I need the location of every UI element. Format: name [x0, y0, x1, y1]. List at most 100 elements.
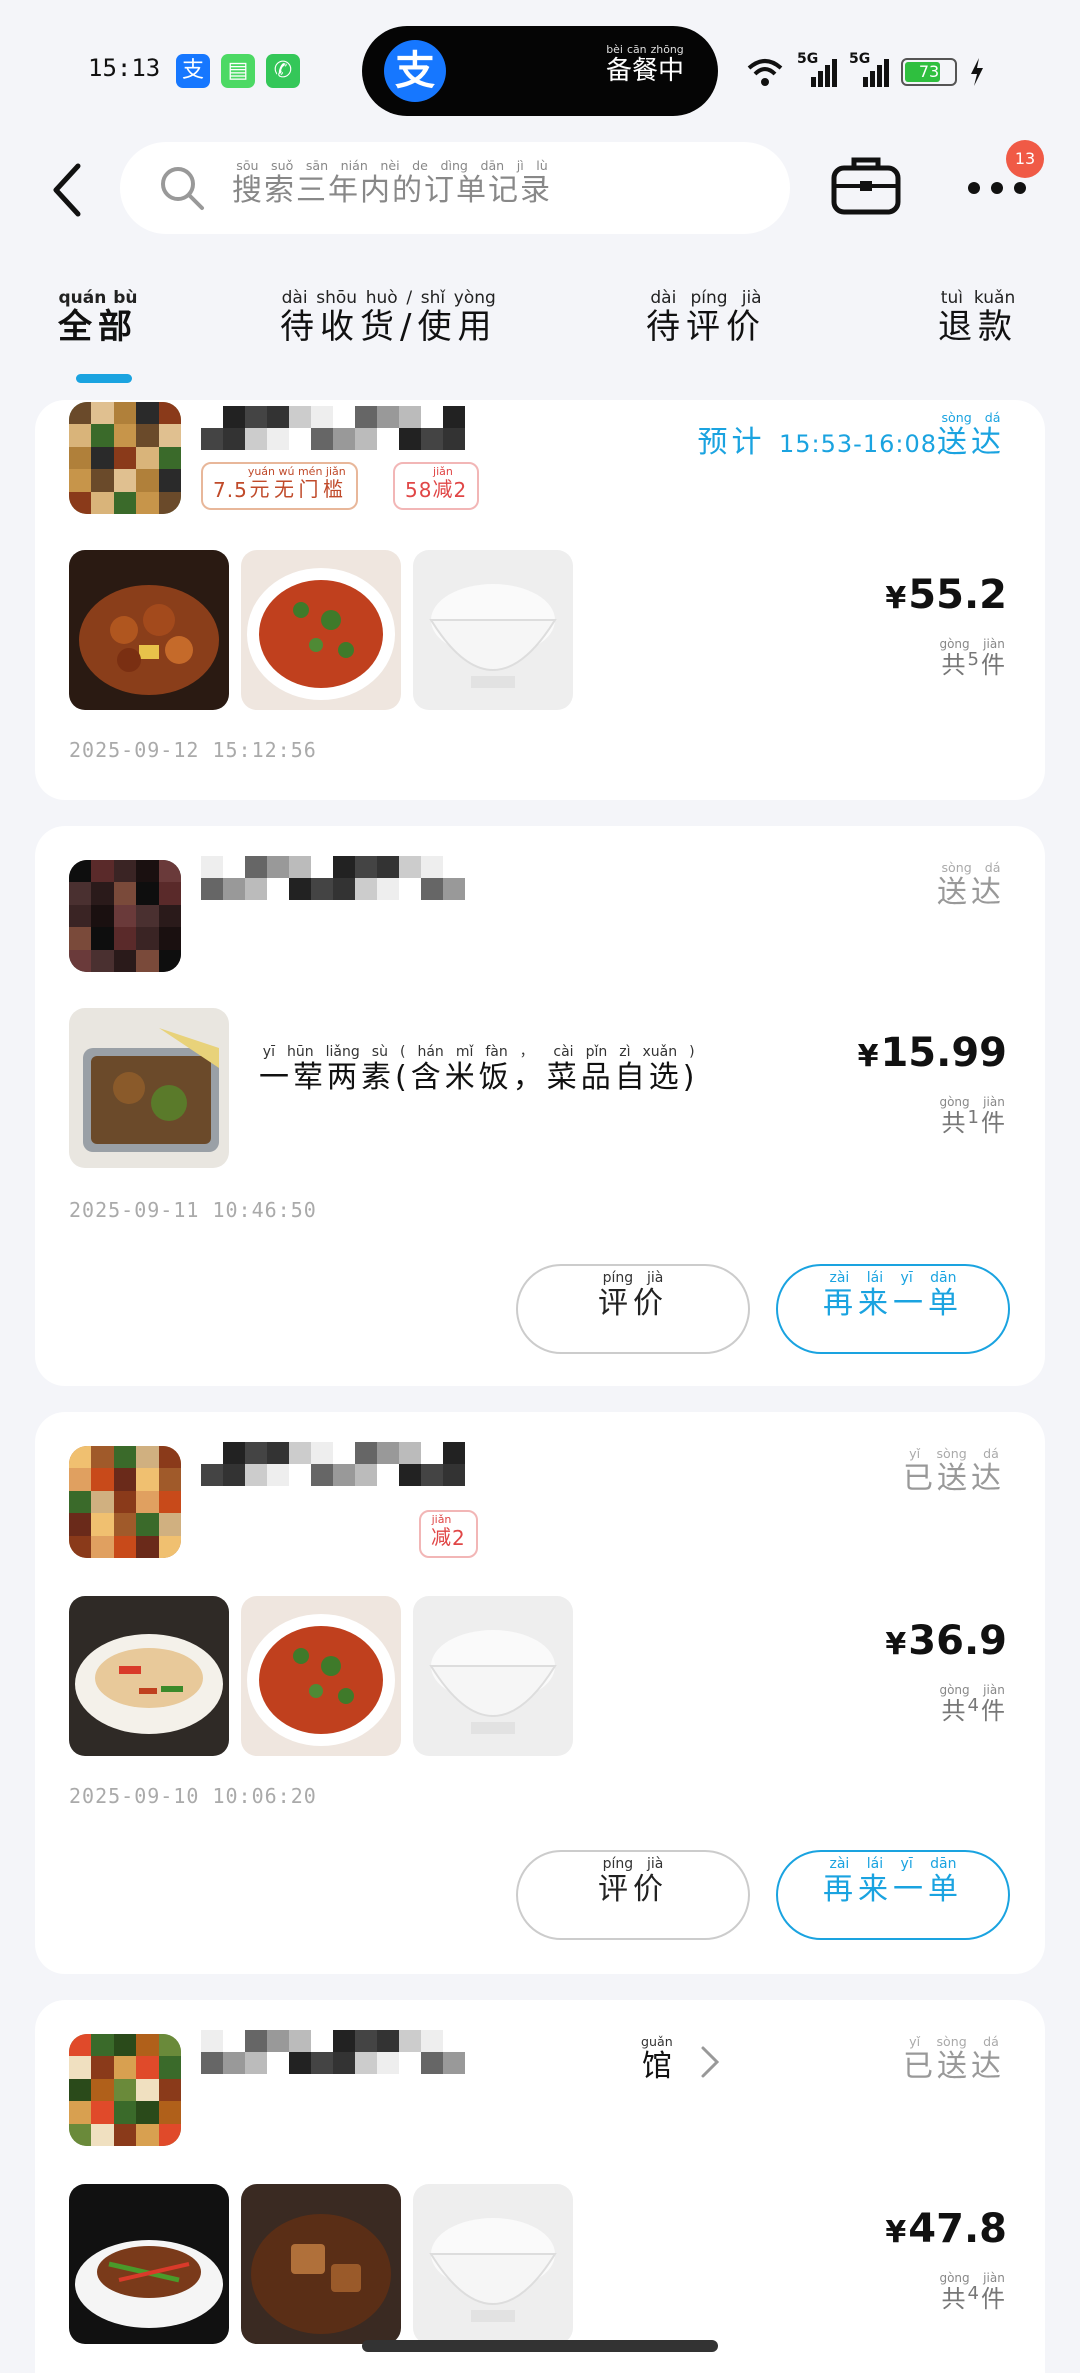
food-thumbnail-spicy-chicken[interactable]: [69, 550, 229, 710]
redacted-pixel: [311, 428, 333, 450]
order-card[interactable]: 送达sòng dá 一荤两素(含米饭，菜品自选)yī hūn liǎng sù …: [35, 826, 1045, 1386]
pixel-cell: [158, 2034, 181, 2057]
redacted-pixel: [421, 2030, 443, 2052]
pixel-cell: [91, 1490, 114, 1514]
shop-logo[interactable]: [69, 2034, 181, 2146]
tab-all[interactable]: 全部quán bù: [58, 288, 138, 348]
redacted-pixel: [201, 878, 223, 900]
pixel-cell: [91, 860, 114, 883]
order-card[interactable]: 已送达yǐ sòng dá 减jiǎn 2 ¥36.9 共gòng4件jiàn 2…: [35, 1412, 1045, 1974]
shop-name-suffix[interactable]: 馆guǎn: [641, 2034, 673, 2085]
shop-name-redacted[interactable]: [201, 1442, 465, 1498]
redacted-pixel: [377, 856, 399, 878]
shop-name-redacted[interactable]: [201, 406, 465, 462]
review-button[interactable]: 评价píng jià: [516, 1264, 750, 1354]
redacted-pixel: [355, 2052, 377, 2074]
pixel-cell: [158, 424, 181, 447]
shop-logo[interactable]: [69, 1446, 181, 1558]
redacted-pixel: [223, 1442, 245, 1464]
food-thumbnail-set-meal[interactable]: [69, 1008, 229, 1168]
dynamic-island-activity[interactable]: 支 备餐中bèi cān zhōng: [362, 26, 718, 116]
shop-name-redacted[interactable]: [201, 2030, 465, 2086]
food-thumbnail-rice[interactable]: [413, 550, 573, 710]
reorder-button[interactable]: 再来一单zài lái yī dān: [776, 1850, 1010, 1940]
pixel-cell: [113, 927, 137, 950]
food-thumbnail-stir-fry[interactable]: [69, 1596, 229, 1756]
redacted-pixel: [289, 878, 311, 900]
redacted-pixel: [377, 1464, 399, 1486]
redacted-pixel: [289, 2052, 311, 2074]
promo-tag: 7.5 元无门槛yuán wú mén jiǎn: [201, 462, 358, 510]
tab-pending-receipt[interactable]: 待收货/使用dài shōu huò / shǐ yòng: [280, 288, 497, 348]
pixel-cell: [158, 469, 181, 492]
redacted-pixel: [311, 2030, 333, 2052]
home-indicator[interactable]: [362, 2340, 718, 2352]
redacted-pixel: [311, 856, 333, 878]
pixel-cell: [91, 2078, 114, 2102]
redacted-pixel: [443, 856, 465, 878]
order-status: 已送达yǐ sòng dá: [903, 1446, 1005, 1496]
pixel-cell: [113, 1468, 137, 1491]
redacted-pixel: [333, 1442, 355, 1464]
redacted-pixel: [421, 2052, 443, 2074]
pixel-cell: [158, 1490, 181, 1514]
system-indicators: 5G 5G 73: [745, 51, 985, 92]
order-card[interactable]: 馆guǎn 已送达yǐ sòng dá ¥47.8 共gòng4件jiàn: [35, 2000, 1045, 2373]
redacted-pixel: [245, 878, 267, 900]
pixel-cell: [91, 2056, 114, 2079]
redacted-pixel: [421, 428, 443, 450]
order-price: ¥36.9: [885, 1618, 1007, 1664]
food-thumbnail-rice[interactable]: [413, 1596, 573, 1756]
redacted-pixel: [267, 1442, 289, 1464]
back-arrow-icon[interactable]: [44, 160, 94, 220]
redacted-pixel: [289, 428, 311, 450]
shop-logo[interactable]: [69, 402, 181, 514]
redacted-pixel: [443, 878, 465, 900]
shop-name-redacted[interactable]: [201, 856, 465, 912]
review-button[interactable]: 评价píng jià: [516, 1850, 750, 1940]
chevron-right-icon[interactable]: [699, 2042, 723, 2082]
pixel-cell: [69, 491, 92, 514]
item-title: 一荤两素(含米饭，菜品自选)yī hūn liǎng sù ( hán mǐ f…: [259, 1044, 699, 1095]
pixel-cell: [158, 1535, 181, 1558]
pixel-cell: [91, 446, 114, 470]
order-card[interactable]: 预计 15:53-16:08送达sòng dá 7.5 元无门槛yuán wú m…: [35, 400, 1045, 800]
redacted-pixel: [399, 428, 421, 450]
redacted-pixel: [267, 2052, 289, 2074]
pixel-cell: [158, 2056, 181, 2079]
pixel-cell: [158, 882, 181, 905]
food-thumbnail-rice[interactable]: [413, 2184, 573, 2344]
food-thumbnail-braised-dish[interactable]: [241, 2184, 401, 2344]
food-thumbnail-boiled-fish[interactable]: [241, 550, 401, 710]
redacted-pixel: [421, 878, 443, 900]
redacted-pixel: [245, 406, 267, 428]
redacted-pixel: [289, 856, 311, 878]
pixel-cell: [69, 402, 92, 425]
redacted-pixel: [267, 878, 289, 900]
redacted-pixel: [399, 856, 421, 878]
reorder-button[interactable]: 再来一单zài lái yī dān: [776, 1264, 1010, 1354]
redacted-pixel: [201, 2052, 223, 2074]
pixel-cell: [91, 1513, 114, 1536]
shop-logo[interactable]: [69, 860, 181, 972]
phone-app-icon: ✆: [266, 54, 300, 88]
redacted-pixel: [311, 2052, 333, 2074]
order-search-input[interactable]: 搜索三年内的订单记录sōu suǒ sān nián nèi de dìng d…: [120, 142, 790, 234]
pixel-cell: [136, 1468, 159, 1491]
pixel-cell: [136, 882, 159, 905]
redacted-pixel: [245, 1464, 267, 1486]
redacted-pixel: [377, 2030, 399, 2052]
tab-refund[interactable]: 退款tuì kuǎn: [938, 288, 1018, 348]
order-price: ¥15.99: [857, 1030, 1007, 1076]
clock: 15:13: [88, 54, 161, 82]
island-status-text: 备餐中bèi cān zhōng: [605, 43, 684, 86]
tab-pending-review[interactable]: 待评价dài píng jià: [646, 288, 766, 348]
food-thumbnail-shredded-pork[interactable]: [69, 2184, 229, 2344]
pixel-cell: [91, 2034, 114, 2057]
pixel-cell: [136, 1490, 159, 1514]
order-status: 送达sòng dá: [937, 860, 1005, 910]
pixel-cell: [136, 2078, 159, 2102]
toolbox-icon[interactable]: [830, 152, 902, 218]
food-thumbnail-boiled-fish[interactable]: [241, 1596, 401, 1756]
order-timestamp: 2025-09-11 10:46:50: [69, 1198, 317, 1222]
